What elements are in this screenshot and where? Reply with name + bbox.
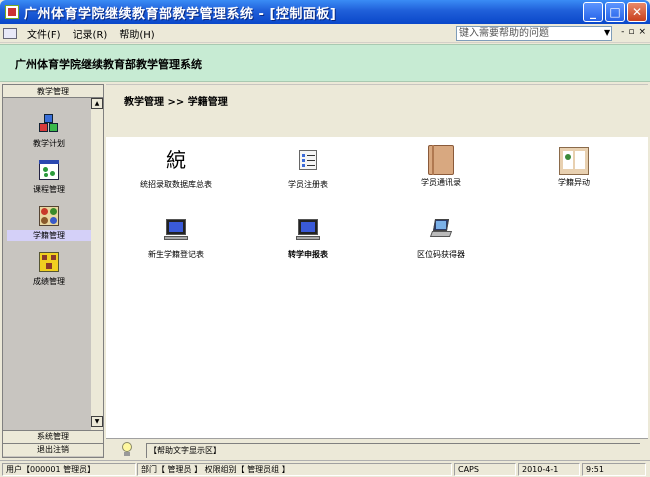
breadcrumb: 教学管理 >> 学籍管理 bbox=[124, 97, 228, 108]
mdi-minimize-button[interactable]: - bbox=[621, 27, 624, 37]
book-icon bbox=[426, 145, 456, 177]
calligraphy-icon: 綂 bbox=[166, 148, 186, 172]
menu-record[interactable]: 记录(R) bbox=[67, 26, 114, 41]
puzzle-icon bbox=[38, 205, 60, 227]
tile-area-code-finder[interactable]: 区位码获得器 bbox=[381, 217, 501, 260]
left-nav: 教学管理 教学计划 课程管理 学籍管理 成绩管理 ▲ ▼ 系统管理 退出注销 bbox=[2, 84, 104, 458]
tile-label: 转学申报表 bbox=[288, 250, 328, 259]
mdi-close-button[interactable]: × bbox=[638, 27, 646, 37]
minimize-button[interactable]: _ bbox=[583, 2, 603, 22]
tile-admission-database[interactable]: 綂 统招录取数据库总表 bbox=[116, 147, 236, 190]
window-controls: _ □ ✕ bbox=[583, 2, 647, 22]
mdi-restore-button[interactable]: ▫ bbox=[628, 27, 634, 37]
window-title: 广州体育学院继续教育部教学管理系统 - [控制面板] bbox=[24, 6, 337, 22]
nav-item-grades[interactable]: 成绩管理 bbox=[7, 251, 91, 287]
close-button[interactable]: ✕ bbox=[627, 2, 647, 22]
monitor-icon bbox=[163, 217, 189, 243]
chevron-down-icon[interactable]: ▼ bbox=[604, 28, 610, 37]
menu-help[interactable]: 帮助(H) bbox=[113, 26, 160, 41]
page-title: 广州体育学院继续教育部教学管理系统 bbox=[15, 58, 202, 71]
tile-label: 学员注册表 bbox=[288, 180, 328, 189]
menu-bar: 文件(F) 记录(R) 帮助(H) 键入需要帮助的问题 ▼ - ▫ × bbox=[0, 24, 650, 43]
breadcrumb-band: 教学管理 >> 学籍管理 bbox=[106, 85, 648, 137]
header-band: 广州体育学院继续教育部教学管理系统 bbox=[0, 44, 650, 82]
nav-label: 课程管理 bbox=[33, 185, 65, 194]
app-icon[interactable] bbox=[5, 5, 19, 19]
tile-label: 区位码获得器 bbox=[417, 250, 465, 259]
status-date: 2010-4-1 bbox=[518, 463, 580, 476]
nav-item-teaching-plan[interactable]: 教学计划 bbox=[7, 113, 91, 149]
maximize-button[interactable]: □ bbox=[605, 2, 625, 22]
content-panel: 教学管理 >> 学籍管理 綂 统招录取数据库总表 学员注册表 学员通讯录 学籍异… bbox=[106, 84, 648, 438]
tile-label: 学籍异动 bbox=[558, 178, 590, 187]
help-band: 【帮助文字显示区】 bbox=[106, 438, 648, 460]
cubes-icon bbox=[38, 113, 60, 135]
laptop-icon bbox=[428, 217, 454, 243]
help-question-input[interactable]: 键入需要帮助的问题 bbox=[456, 26, 612, 41]
mdi-controls: - ▫ × bbox=[621, 27, 646, 37]
menu-file[interactable]: 文件(F) bbox=[21, 26, 67, 41]
nav-item-course[interactable]: 课程管理 bbox=[7, 159, 91, 195]
tile-status-change[interactable]: 学籍异动 bbox=[514, 145, 634, 188]
tile-label: 学员通讯录 bbox=[421, 178, 461, 187]
tile-label: 统招录取数据库总表 bbox=[140, 180, 212, 189]
nav-label: 成绩管理 bbox=[33, 277, 65, 286]
open-book-icon bbox=[559, 145, 589, 177]
nav-label: 学籍管理 bbox=[7, 230, 91, 241]
status-server: CAPS bbox=[454, 463, 516, 476]
form-icon[interactable] bbox=[3, 27, 17, 39]
nav-system-manage[interactable]: 系统管理 bbox=[3, 430, 103, 443]
monitor-icon bbox=[295, 217, 321, 243]
tile-new-student-register[interactable]: 新生学籍登记表 bbox=[116, 217, 236, 260]
nav-label: 教学计划 bbox=[33, 139, 65, 148]
scroll-down-button[interactable]: ▼ bbox=[91, 416, 103, 427]
status-bar: 用户【000001 管理员】 部门【 管理员 】 权限组别【 管理员组 】 CA… bbox=[0, 460, 650, 477]
nav-scrollbar[interactable]: ▲ ▼ bbox=[91, 98, 103, 430]
scroll-up-button[interactable]: ▲ bbox=[91, 98, 103, 109]
tile-label: 新生学籍登记表 bbox=[148, 250, 204, 259]
tile-student-registration[interactable]: 学员注册表 bbox=[248, 147, 368, 190]
grid-blocks-icon bbox=[38, 251, 60, 273]
tile-transfer-application[interactable]: 转学申报表 bbox=[248, 217, 368, 260]
status-time: 9:51 bbox=[582, 463, 646, 476]
status-department: 部门【 管理员 】 权限组别【 管理员组 】 bbox=[137, 463, 452, 476]
tile-student-contacts[interactable]: 学员通讯录 bbox=[381, 145, 501, 188]
checklist-icon bbox=[295, 147, 321, 173]
status-user: 用户【000001 管理员】 bbox=[2, 463, 136, 476]
nav-item-status[interactable]: 学籍管理 bbox=[7, 205, 91, 241]
nav-logout[interactable]: 退出注销 bbox=[3, 443, 103, 456]
dots-window-icon bbox=[38, 159, 60, 181]
title-bar[interactable]: 广州体育学院继续教育部教学管理系统 - [控制面板] _ □ ✕ bbox=[0, 0, 650, 24]
lightbulb-icon bbox=[120, 442, 134, 458]
nav-heading[interactable]: 教学管理 bbox=[3, 85, 103, 98]
help-text-area: 【帮助文字显示区】 bbox=[146, 443, 640, 458]
